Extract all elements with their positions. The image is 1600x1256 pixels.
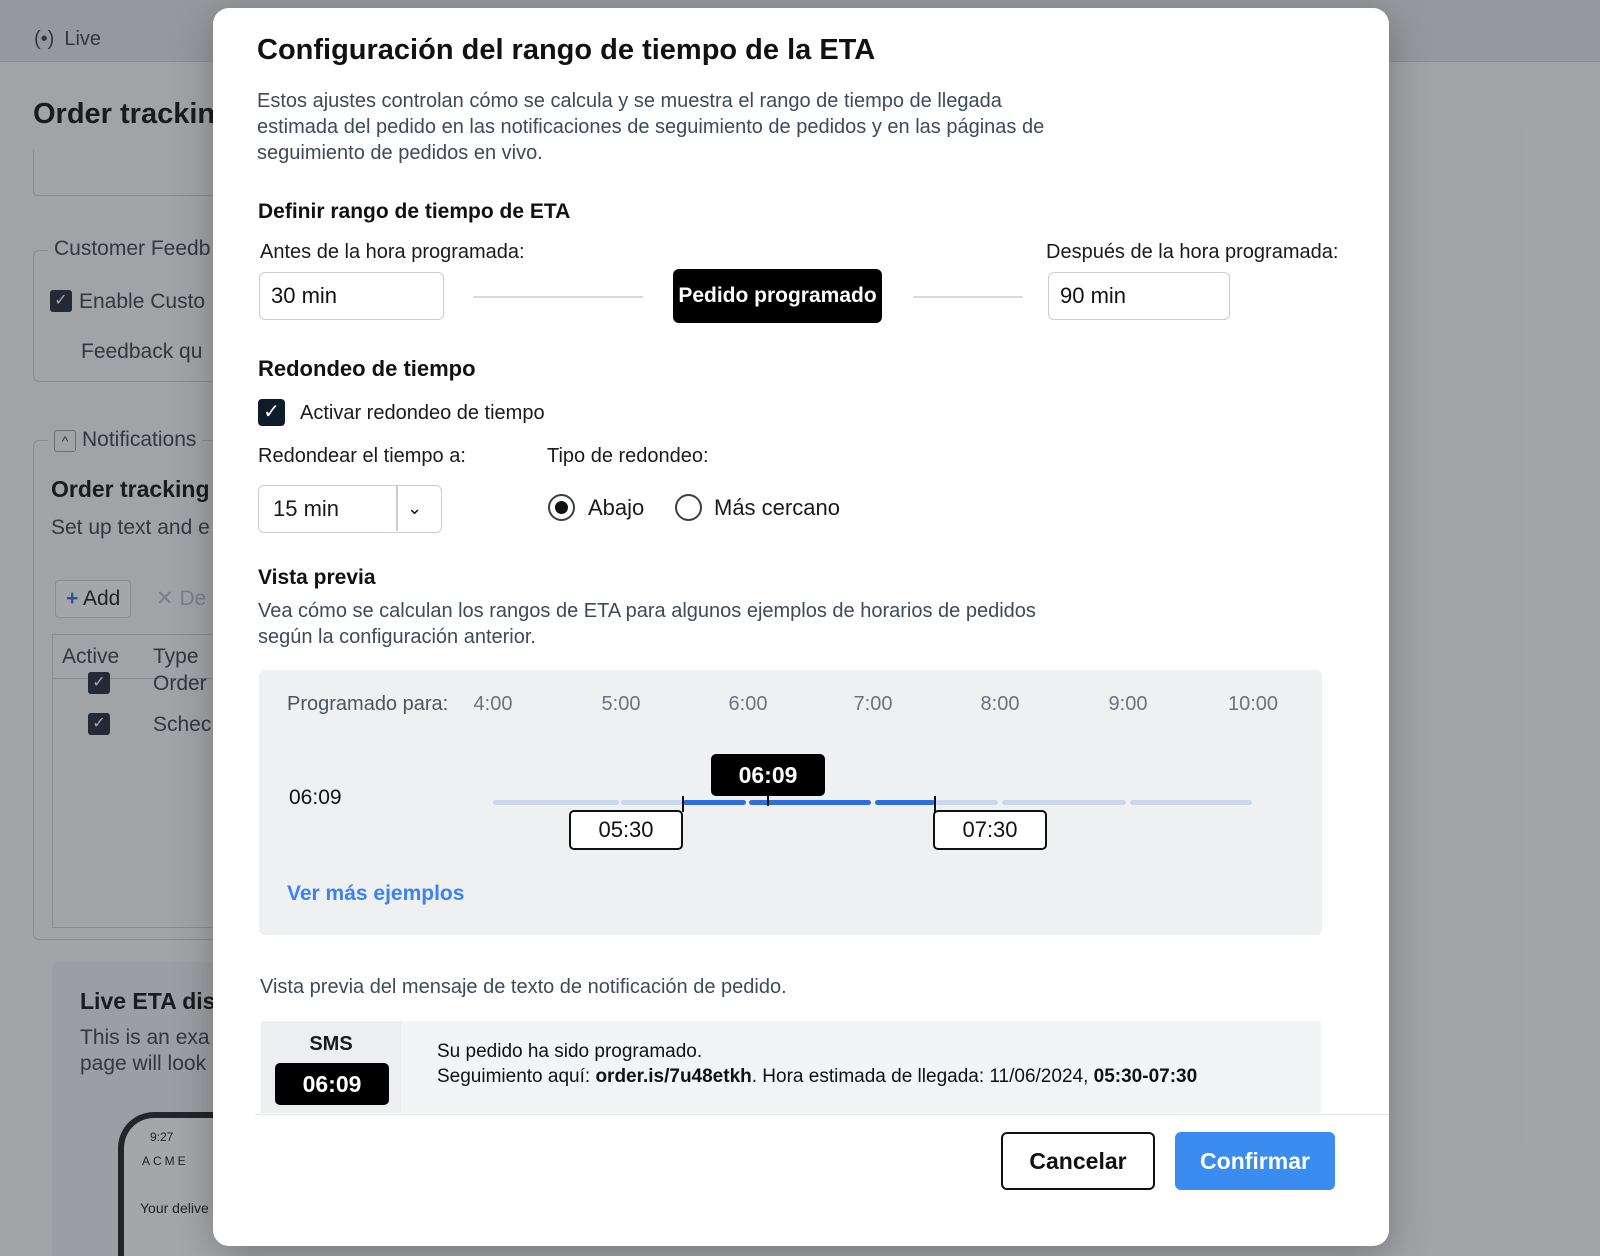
- select-divider: [396, 486, 398, 531]
- tick-label: 9:00: [1108, 693, 1148, 715]
- eta-config-modal: Configuración del rango de tiempo de la …: [213, 8, 1389, 1246]
- sms-prefix: Seguimiento aquí:: [437, 1066, 596, 1087]
- range-segment: [683, 800, 746, 805]
- after-input[interactable]: 90 min: [1048, 272, 1230, 320]
- tick-label: 6:00: [728, 693, 768, 715]
- sms-time-tag: 06:09: [275, 1063, 389, 1105]
- scheduled-order-pill: Pedido programado: [673, 269, 882, 323]
- timeline-segment: [1002, 800, 1126, 805]
- sms-date: 11/06/2024,: [989, 1066, 1094, 1087]
- range-start-tag: 05:30: [569, 810, 683, 850]
- round-to-label: Redondear el tiempo a:: [258, 445, 466, 467]
- after-label: Después de la hora programada:: [1046, 241, 1339, 263]
- confirm-button[interactable]: Confirmar: [1175, 1132, 1335, 1190]
- range-connector: [913, 296, 1023, 298]
- range-segment: [875, 800, 935, 805]
- preview-description: Vea cómo se calculan los rangos de ETA p…: [258, 600, 1036, 648]
- timeline-segment: [621, 800, 683, 805]
- before-input[interactable]: 30 min: [259, 272, 444, 320]
- radio-down-label: Abajo: [588, 495, 645, 520]
- modal-description: Estos ajustes controlan cómo se calcula …: [257, 90, 1045, 164]
- tick-label: 4:00: [473, 693, 513, 715]
- sms-range: 05:30-07:30: [1093, 1066, 1198, 1087]
- chevron-down-icon[interactable]: ⌄: [407, 486, 422, 531]
- round-to-select[interactable]: 15 min ⌄: [258, 485, 442, 533]
- radio-down[interactable]: [548, 494, 575, 521]
- sms-tracking-link: order.is/7u48etkh: [595, 1066, 752, 1087]
- range-end-tag: 07:30: [933, 810, 1047, 850]
- example-time: 06:09: [289, 786, 342, 809]
- round-to-value: 15 min: [273, 496, 340, 521]
- scheduled-time-tag: 06:09: [711, 754, 825, 796]
- tick-label: 10:00: [1227, 693, 1279, 715]
- rounding-heading: Redondeo de tiempo: [258, 356, 476, 381]
- rounding-type-label: Tipo de redondeo:: [547, 445, 709, 467]
- scheduled-for-label: Programado para:: [287, 693, 449, 715]
- modal-title: Configuración del rango de tiempo de la …: [257, 34, 876, 66]
- cancel-button[interactable]: Cancelar: [1001, 1132, 1155, 1190]
- timeline-segment: [1130, 800, 1252, 805]
- sms-mid: . Hora estimada de llegada:: [751, 1066, 990, 1087]
- range-connector: [473, 296, 643, 298]
- check-icon: ✓: [263, 401, 280, 423]
- tick-label: 5:00: [601, 693, 641, 715]
- eta-range-heading: Definir rango de tiempo de ETA: [258, 200, 571, 223]
- radio-nearest-label: Más cercano: [714, 495, 840, 520]
- footer-divider: [255, 1114, 1389, 1115]
- timeline-segment: [935, 800, 998, 805]
- timeline-segment: [493, 800, 619, 805]
- radio-nearest[interactable]: [675, 494, 702, 521]
- sms-label: SMS: [309, 1033, 353, 1055]
- tick-label: 7:00: [853, 693, 893, 715]
- enable-rounding-checkbox[interactable]: ✓: [258, 399, 285, 426]
- preview-heading: Vista previa: [258, 566, 376, 589]
- sms-line-1: Su pedido ha sido programado.: [437, 1041, 703, 1062]
- more-examples-link[interactable]: Ver más ejemplos: [287, 882, 464, 906]
- tick-label: 8:00: [980, 693, 1020, 715]
- sms-preview-caption: Vista previa del mensaje de texto de not…: [260, 976, 787, 998]
- sms-line-2: Seguimiento aquí: order.is/7u48etkh. Hor…: [437, 1066, 1197, 1088]
- sms-side: SMS 06:09: [261, 1021, 401, 1113]
- eta-preview-panel: Programado para: 4:00 5:00 6:00 7:00 8:0…: [259, 670, 1322, 935]
- enable-rounding-label: Activar redondeo de tiempo: [300, 402, 545, 424]
- range-start-marker: [682, 796, 684, 812]
- sms-preview: SMS 06:09 Su pedido ha sido programado. …: [261, 1021, 1321, 1113]
- before-label: Antes de la hora programada:: [260, 241, 525, 263]
